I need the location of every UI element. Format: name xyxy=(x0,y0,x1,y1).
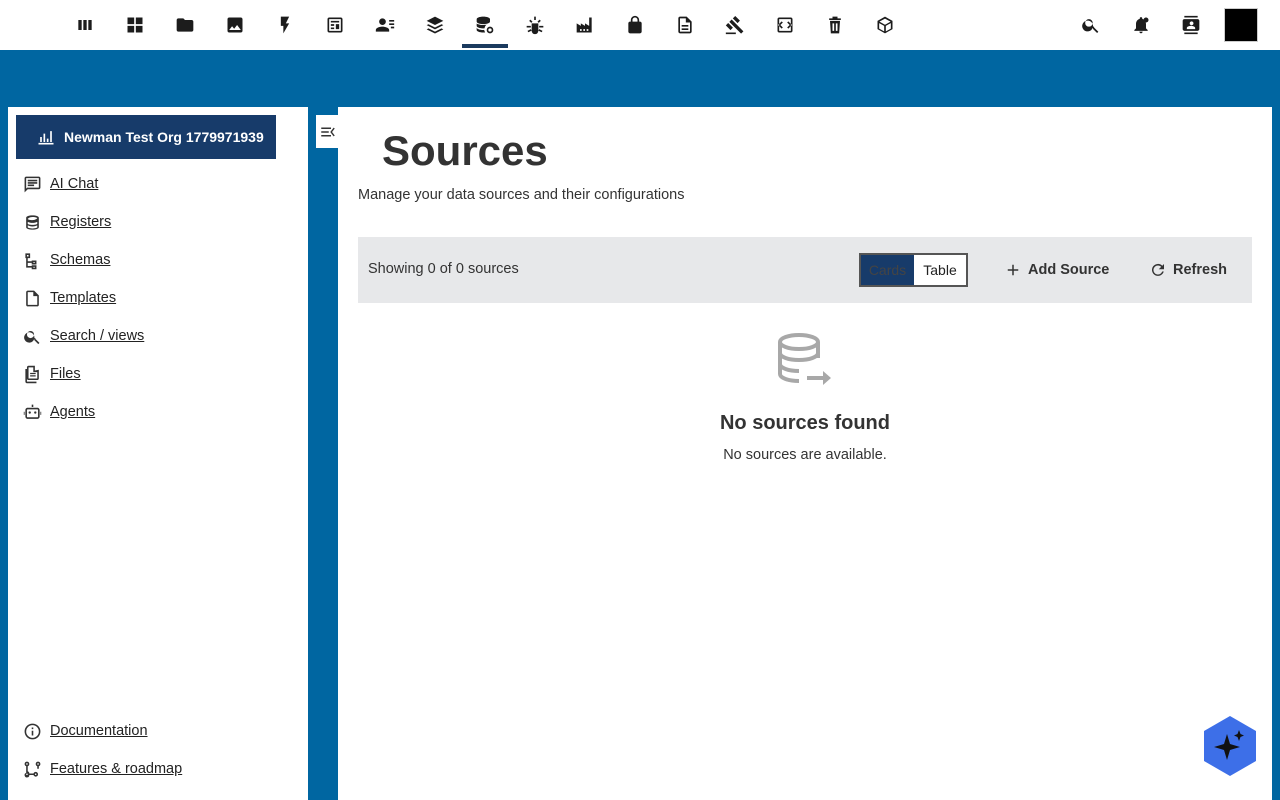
contacts-list-icon xyxy=(375,18,395,32)
folder-icon xyxy=(176,18,194,32)
contacts-button[interactable] xyxy=(1166,0,1216,50)
org-name: Newman Test Org 1779971939 xyxy=(64,129,264,145)
page-title: Sources xyxy=(382,127,548,174)
chart-icon xyxy=(38,131,54,145)
code-window-icon xyxy=(777,17,793,33)
sidebar-item-label[interactable]: Documentation xyxy=(50,723,148,739)
tree-icon xyxy=(25,252,37,269)
contact-card-icon xyxy=(1182,15,1200,35)
image-icon xyxy=(227,17,243,33)
sidebar-item-label[interactable]: Agents xyxy=(50,404,95,420)
chat-icon xyxy=(24,176,41,192)
sidebar-item-schemas[interactable]: Schemas xyxy=(8,241,308,279)
sources-toolbar: Showing 0 of 0 sources Cards Table Add S… xyxy=(358,237,1252,303)
files-icon xyxy=(25,365,39,383)
lock-icon xyxy=(628,15,642,34)
nav-contacts-button[interactable] xyxy=(360,0,410,50)
nav-documents-button[interactable] xyxy=(660,0,710,50)
roadmap-icon xyxy=(24,761,41,777)
ai-assistant-button[interactable] xyxy=(1204,716,1256,776)
database-settings-icon xyxy=(476,16,494,34)
document-icon xyxy=(678,16,692,34)
refresh-button[interactable]: Refresh xyxy=(1149,253,1227,287)
org-switcher-button[interactable]: Newman Test Org 1779971939 xyxy=(16,115,276,159)
sidebar-item-files[interactable]: Files xyxy=(8,355,308,393)
view-table-option[interactable]: Table xyxy=(914,255,966,285)
nav-legal-button[interactable] xyxy=(710,0,760,50)
nav-actions-button[interactable] xyxy=(260,0,310,50)
top-right-actions xyxy=(1066,0,1258,50)
notifications-icon xyxy=(1134,17,1149,34)
file-icon xyxy=(26,290,39,306)
notifications-button[interactable] xyxy=(1116,0,1166,50)
lightning-icon xyxy=(280,16,290,34)
sidebar-nav: AI Chat Registers Schemas Templates Sear… xyxy=(8,165,308,431)
sidebar-item-label[interactable]: Search / views xyxy=(50,328,144,344)
search-button[interactable] xyxy=(1066,0,1116,50)
nav-code-button[interactable] xyxy=(760,0,810,50)
sidebar: Newman Test Org 1779971939 AI Chat Regis… xyxy=(8,107,308,800)
table-calc-icon xyxy=(327,17,343,33)
nav-folder-button[interactable] xyxy=(160,0,210,50)
page-subtitle: Manage your data sources and their confi… xyxy=(358,187,685,203)
sidebar-bottom: Documentation Features & roadmap xyxy=(8,712,308,788)
database-icon xyxy=(26,214,39,230)
nav-security-button[interactable] xyxy=(610,0,660,50)
bug-icon xyxy=(526,16,544,35)
nav-sources-button[interactable] xyxy=(460,0,510,50)
sidebar-item-features-roadmap[interactable]: Features & roadmap xyxy=(8,750,308,788)
search-icon xyxy=(1082,19,1099,33)
gavel-icon xyxy=(725,16,744,35)
search-icon xyxy=(24,330,40,344)
sidebar-item-label[interactable]: Features & roadmap xyxy=(50,761,182,777)
nav-packages-button[interactable] xyxy=(860,0,910,50)
factory-icon xyxy=(576,17,592,33)
sidebar-collapse-button[interactable] xyxy=(316,115,340,148)
sidebar-item-ai-chat[interactable]: AI Chat xyxy=(8,165,308,203)
empty-state-description: No sources are available. xyxy=(723,447,887,463)
view-toggle: Cards Table xyxy=(859,253,968,287)
view-cards-option[interactable]: Cards xyxy=(861,255,914,285)
nav-calc-button[interactable] xyxy=(310,0,360,50)
refresh-icon xyxy=(1151,263,1164,276)
main-content: Sources Manage your data sources and the… xyxy=(338,107,1272,800)
user-avatar[interactable] xyxy=(1224,8,1258,42)
grid-columns-icon xyxy=(78,20,92,30)
layers-icon xyxy=(426,16,444,34)
nav-trash-button[interactable] xyxy=(810,0,860,50)
results-count: Showing 0 of 0 sources xyxy=(368,261,519,277)
nav-factory-button[interactable] xyxy=(560,0,610,50)
nav-layers-button[interactable] xyxy=(410,0,460,50)
sidebar-item-registers[interactable]: Registers xyxy=(8,203,308,241)
sidebar-item-templates[interactable]: Templates xyxy=(8,279,308,317)
top-nav xyxy=(60,0,910,50)
dashboard-icon xyxy=(127,17,143,33)
sidebar-item-documentation[interactable]: Documentation xyxy=(8,712,308,750)
add-source-button[interactable]: Add Source xyxy=(1004,253,1109,287)
nav-debug-button[interactable] xyxy=(510,0,560,50)
nav-images-button[interactable] xyxy=(210,0,260,50)
empty-state-title: No sources found xyxy=(719,412,890,434)
refresh-label: Refresh xyxy=(1173,262,1227,278)
sidebar-item-label[interactable]: AI Chat xyxy=(50,176,98,192)
nav-apps-button[interactable] xyxy=(60,0,110,50)
robot-icon xyxy=(23,404,42,419)
info-icon xyxy=(24,723,41,739)
sidebar-item-label[interactable]: Templates xyxy=(50,290,116,306)
nav-dashboard-button[interactable] xyxy=(110,0,160,50)
empty-state: No sources found No sources are availabl… xyxy=(358,332,1252,463)
sidebar-item-search-views[interactable]: Search / views xyxy=(8,317,308,355)
sidebar-item-label[interactable]: Schemas xyxy=(50,252,110,268)
sidebar-item-label[interactable]: Files xyxy=(50,366,81,382)
sidebar-item-label[interactable]: Registers xyxy=(50,214,111,230)
cube-icon xyxy=(877,16,893,34)
sidebar-item-agents[interactable]: Agents xyxy=(8,393,308,431)
top-bar xyxy=(0,0,1280,50)
database-export-icon xyxy=(778,333,831,385)
menu-collapse-icon xyxy=(321,127,335,136)
plus-icon xyxy=(1007,264,1019,276)
add-source-label: Add Source xyxy=(1028,262,1110,278)
trash-icon xyxy=(829,16,841,34)
